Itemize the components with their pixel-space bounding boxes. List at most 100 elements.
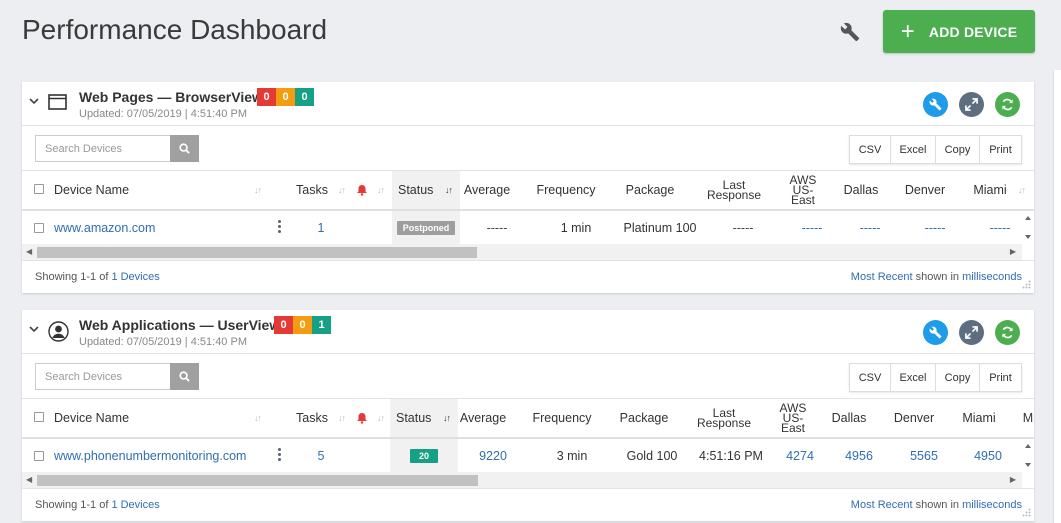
- search-button[interactable]: [170, 135, 199, 162]
- col-aws-us-east[interactable]: AWS US- East: [772, 399, 814, 437]
- resize-handle-icon[interactable]: [1022, 280, 1031, 289]
- miami-value[interactable]: 4950: [970, 439, 1006, 472]
- table-horizontal-scrollbar[interactable]: ◀ ▶: [22, 244, 1022, 260]
- col-dallas[interactable]: Dallas: [828, 399, 870, 437]
- scroll-right-icon[interactable]: ▶: [1010, 475, 1016, 484]
- critical-count-badge[interactable]: 0: [274, 316, 293, 334]
- scroll-left-icon[interactable]: ◀: [26, 247, 32, 256]
- col-denver[interactable]: Denver: [902, 171, 948, 209]
- devices-link[interactable]: 1 Devices: [111, 499, 159, 511]
- row-menu-icon[interactable]: [278, 220, 282, 233]
- sort-icon[interactable]: ↓↑: [254, 413, 262, 423]
- csv-button[interactable]: CSV: [850, 364, 891, 391]
- scroll-right-icon[interactable]: ▶: [1010, 247, 1016, 256]
- add-device-button[interactable]: + ADD DEVICE: [883, 10, 1035, 53]
- device-link[interactable]: www.amazon.com: [54, 211, 155, 244]
- sort-icon[interactable]: ↓↑: [377, 413, 385, 423]
- copy-button[interactable]: Copy: [936, 364, 980, 391]
- select-all-checkbox[interactable]: [34, 184, 44, 194]
- dallas-value[interactable]: -----: [852, 211, 888, 244]
- sort-active-icon[interactable]: ↓↑: [445, 185, 453, 195]
- col-aws-us-east[interactable]: AWS US- East: [782, 171, 824, 209]
- excel-button[interactable]: Excel: [891, 364, 936, 391]
- col-package[interactable]: Package: [620, 171, 680, 209]
- print-button[interactable]: Print: [980, 136, 1021, 163]
- warning-count-badge[interactable]: 0: [293, 316, 312, 334]
- print-button[interactable]: Print: [980, 364, 1021, 391]
- col-tasks[interactable]: Tasks: [290, 171, 334, 209]
- col-device-name[interactable]: Device Name: [54, 399, 194, 437]
- miami-value[interactable]: -----: [982, 211, 1018, 244]
- critical-count-badge[interactable]: 0: [257, 88, 276, 106]
- table-vertical-scrollbar[interactable]: [1022, 211, 1034, 244]
- resize-handle-icon[interactable]: [1022, 508, 1031, 517]
- col-last-response[interactable]: Last Response: [692, 399, 756, 437]
- ok-count-badge[interactable]: 1: [312, 316, 331, 334]
- settings-wrench-icon[interactable]: [840, 22, 860, 42]
- devices-link[interactable]: 1 Devices: [111, 271, 159, 283]
- refresh-button[interactable]: [995, 92, 1020, 117]
- denver-value[interactable]: 5565: [906, 439, 942, 472]
- col-device-name[interactable]: Device Name: [54, 171, 194, 209]
- row-checkbox[interactable]: [34, 223, 44, 233]
- bell-alert-icon[interactable]: [356, 412, 368, 424]
- search-button[interactable]: [170, 363, 199, 390]
- col-aws-line3: East: [780, 421, 805, 435]
- col-package[interactable]: Package: [614, 399, 674, 437]
- dallas-value[interactable]: 4956: [841, 439, 877, 472]
- csv-button[interactable]: CSV: [850, 136, 891, 163]
- aws-value[interactable]: 4274: [782, 439, 818, 472]
- excel-button[interactable]: Excel: [891, 136, 936, 163]
- table-horizontal-scrollbar[interactable]: ◀ ▶: [22, 472, 1022, 488]
- milliseconds-link[interactable]: milliseconds: [962, 271, 1022, 283]
- wrench-icon: [929, 98, 942, 111]
- edit-wrench-button[interactable]: [923, 320, 948, 345]
- col-tasks[interactable]: Tasks: [290, 399, 334, 437]
- scrollbar-thumb[interactable]: [37, 475, 478, 486]
- expand-button[interactable]: [959, 320, 984, 345]
- milliseconds-link[interactable]: milliseconds: [962, 499, 1022, 511]
- device-link[interactable]: www.phonenumbermonitoring.com: [54, 439, 246, 472]
- tasks-count[interactable]: 1: [310, 211, 332, 244]
- ok-count-badge[interactable]: 0: [295, 88, 314, 106]
- col-frequency[interactable]: Frequency: [534, 171, 598, 209]
- search-devices-input[interactable]: [35, 363, 170, 390]
- average-value[interactable]: 9220: [458, 439, 528, 472]
- chevron-down-icon[interactable]: [29, 96, 39, 106]
- col-average[interactable]: Average: [462, 171, 512, 209]
- bell-alert-icon[interactable]: [356, 184, 368, 196]
- chevron-down-icon[interactable]: [29, 324, 39, 334]
- sort-icon[interactable]: ↓↑: [338, 413, 346, 423]
- tasks-count[interactable]: 5: [310, 439, 332, 472]
- search-devices-input[interactable]: [35, 135, 170, 162]
- col-average[interactable]: Average: [458, 399, 508, 437]
- col-frequency[interactable]: Frequency: [530, 399, 594, 437]
- most-recent-link[interactable]: Most Recent: [851, 271, 913, 283]
- page-scrollbar[interactable]: [1053, 70, 1061, 523]
- col-denver[interactable]: Denver: [891, 399, 937, 437]
- col-overflow[interactable]: M: [1022, 399, 1034, 437]
- expand-button[interactable]: [959, 92, 984, 117]
- row-menu-icon[interactable]: [278, 448, 282, 461]
- edit-wrench-button[interactable]: [923, 92, 948, 117]
- col-last-response[interactable]: Last Response: [702, 171, 766, 209]
- sort-icon[interactable]: ↓↑: [1018, 185, 1026, 195]
- table-vertical-scrollbar[interactable]: [1022, 439, 1034, 472]
- scroll-left-icon[interactable]: ◀: [26, 475, 32, 484]
- select-all-checkbox[interactable]: [34, 412, 44, 422]
- col-miami[interactable]: Miami: [957, 399, 1001, 437]
- most-recent-link[interactable]: Most Recent: [851, 499, 913, 511]
- denver-value[interactable]: -----: [917, 211, 953, 244]
- col-miami[interactable]: Miami: [968, 171, 1012, 209]
- row-checkbox[interactable]: [34, 451, 44, 461]
- col-dallas[interactable]: Dallas: [840, 171, 882, 209]
- sort-icon[interactable]: ↓↑: [338, 185, 346, 195]
- sort-icon[interactable]: ↓↑: [254, 185, 262, 195]
- scrollbar-thumb[interactable]: [37, 247, 477, 258]
- copy-button[interactable]: Copy: [936, 136, 980, 163]
- warning-count-badge[interactable]: 0: [276, 88, 295, 106]
- sort-icon[interactable]: ↓↑: [377, 185, 385, 195]
- aws-value[interactable]: -----: [794, 211, 830, 244]
- refresh-button[interactable]: [995, 320, 1020, 345]
- sort-active-icon[interactable]: ↓↑: [443, 413, 451, 423]
